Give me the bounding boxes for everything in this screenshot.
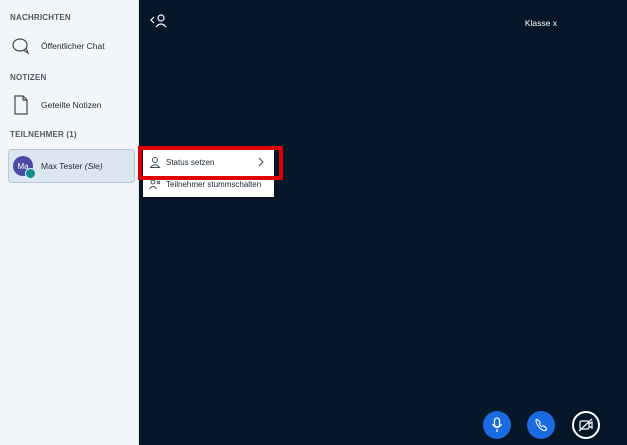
public-chat-label: Öffentlicher Chat	[41, 41, 105, 51]
mute-icon	[148, 177, 162, 191]
set-status-label: Status setzen	[166, 157, 215, 167]
shared-notes-item[interactable]: Geteilte Notizen	[10, 93, 130, 117]
main-presentation-area: Klasse x	[139, 0, 627, 445]
user-context-menu: Status setzen Teilnehmer stummschalten	[143, 150, 274, 197]
user-list-item-max-tester[interactable]: Ma Max Tester (Sie)	[8, 149, 135, 183]
room-title: Klasse x	[524, 18, 557, 28]
chat-icon	[10, 35, 32, 57]
microphone-icon	[491, 417, 503, 432]
camera-off-icon	[578, 418, 593, 432]
user-name-text: Max Tester	[41, 161, 83, 171]
messages-header: NACHRICHTEN	[10, 13, 71, 22]
microphone-button[interactable]	[483, 411, 511, 439]
avatar: Ma	[13, 156, 36, 179]
participants-header: TEILNEHMER (1)	[10, 130, 77, 139]
share-webcam-button[interactable]	[572, 411, 600, 439]
notes-header: NOTIZEN	[10, 73, 47, 82]
leave-audio-button[interactable]	[527, 411, 555, 439]
menu-item-set-status[interactable]: Status setzen	[143, 151, 274, 173]
menu-item-mute-participants[interactable]: Teilnehmer stummschalten	[143, 173, 274, 195]
document-icon	[10, 94, 32, 116]
shared-notes-label: Geteilte Notizen	[41, 100, 102, 110]
you-suffix: (Sie)	[84, 161, 103, 171]
toggle-user-list-button[interactable]	[150, 14, 168, 28]
chevron-right-icon	[258, 157, 264, 169]
user-icon	[148, 155, 162, 169]
mute-participants-label: Teilnehmer stummschalten	[166, 179, 262, 189]
voice-status-badge	[25, 168, 36, 179]
phone-icon	[535, 418, 548, 432]
public-chat-item[interactable]: Öffentlicher Chat	[10, 34, 130, 58]
user-list-sidebar: NACHRICHTEN Öffentlicher Chat NOTIZEN Ge…	[0, 0, 139, 445]
user-name: Max Tester (Sie)	[41, 161, 103, 171]
user-list-toggle-icon	[150, 14, 167, 28]
